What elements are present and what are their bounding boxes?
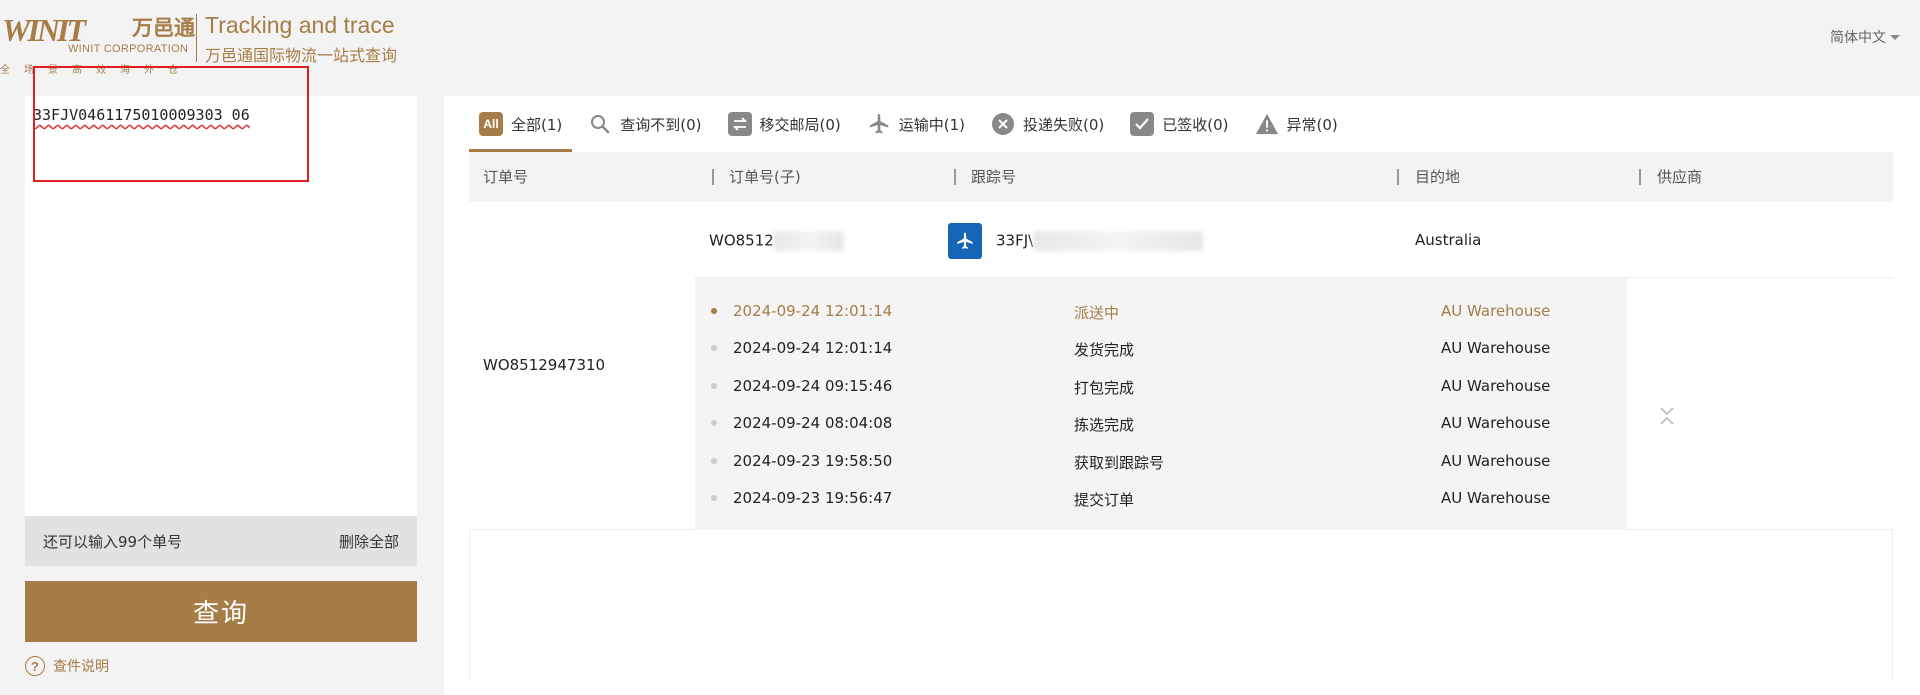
list-item: 2024-09-23 19:58:50 获取到跟踪号 AU Warehouse	[695, 448, 1627, 478]
column-header-destination: 目的地	[1415, 168, 1461, 186]
column-header-sub-order-no: 订单号(子)	[729, 168, 801, 186]
page-subtitle: 万邑通国际物流一站式查询	[205, 46, 398, 65]
results-panel: All 全部(1) 查询不到(0) 移交邮局(0) 运输中(1) 投递失败(0)…	[444, 96, 1920, 695]
timeline-dot	[711, 458, 717, 464]
event-time: 2024-09-24 09:15:46	[733, 377, 893, 395]
event-status: 打包完成	[1074, 379, 1135, 397]
list-item: 2024-09-24 12:01:14 发货完成 AU Warehouse	[695, 335, 1627, 365]
transfer-icon	[727, 112, 752, 136]
tab-label: 运输中(1)	[898, 115, 965, 134]
tab-label: 全部(1)	[511, 115, 563, 134]
winit-logo[interactable]: WINIT 万邑通 WINIT CORPORATION 全场景高效海外仓	[0, 12, 196, 76]
column-divider	[712, 169, 714, 185]
tab-label: 移交邮局(0)	[759, 115, 841, 134]
timeline-dot	[711, 345, 717, 351]
tab-all[interactable]: All 全部(1)	[469, 96, 573, 152]
column-divider	[954, 169, 956, 185]
redacted-blur	[773, 231, 844, 251]
event-status: 拣选完成	[1074, 416, 1135, 434]
event-status: 派送中	[1074, 304, 1120, 322]
results-table: 订单号 订单号(子) 跟踪号 目的地 供应商 WO8512947310 WO85…	[469, 152, 1893, 680]
event-location: AU Warehouse	[1441, 414, 1551, 432]
table-empty-area	[469, 530, 1893, 680]
list-item: 2024-09-23 19:56:47 提交订单 AU Warehouse	[695, 485, 1627, 515]
warning-icon	[1255, 112, 1279, 136]
help-label: 查件说明	[53, 659, 109, 675]
tab-label: 投递失败(0)	[1023, 115, 1105, 134]
column-header-order-no: 订单号	[483, 168, 529, 186]
timeline-dot	[711, 308, 717, 314]
order-number: WO8512947310	[483, 356, 606, 374]
tracking-number-text: 33FJ\	[996, 231, 1034, 250]
event-status: 获取到跟踪号	[1074, 454, 1165, 472]
timeline-dot	[711, 495, 717, 501]
column-header-tracking-no: 跟踪号	[971, 168, 1017, 186]
search-icon	[588, 112, 612, 136]
event-time: 2024-09-24 12:01:14	[733, 339, 893, 357]
tab-signed[interactable]: 已签收(0)	[1120, 96, 1238, 152]
redacted-blur	[1033, 231, 1204, 251]
tab-label: 已签收(0)	[1162, 115, 1229, 134]
close-circle-icon	[991, 112, 1015, 136]
airplane-badge-icon	[948, 223, 982, 259]
event-time: 2024-09-24 08:04:08	[733, 414, 893, 432]
table-header: 订单号 订单号(子) 跟踪号 目的地 供应商	[469, 152, 1893, 202]
event-location: AU Warehouse	[1441, 452, 1551, 470]
tracking-input-panel	[25, 96, 417, 516]
tab-label: 查询不到(0)	[620, 115, 702, 134]
help-link[interactable]: ? 查件说明	[25, 656, 109, 676]
event-location: AU Warehouse	[1441, 377, 1551, 395]
status-tabs: All 全部(1) 查询不到(0) 移交邮局(0) 运输中(1) 投递失败(0)…	[469, 96, 1354, 152]
logo-slogan: 全场景高效海外仓	[0, 65, 192, 76]
timeline-dot	[711, 383, 717, 389]
tracking-number[interactable]: 33FJ\	[996, 231, 1204, 251]
page-title: Tracking and trace	[205, 12, 395, 38]
logo-corporation: WINIT CORPORATION	[68, 43, 189, 55]
clear-all-button[interactable]: 删除全部	[339, 531, 399, 552]
timeline-dot	[711, 420, 717, 426]
event-location: AU Warehouse	[1441, 302, 1551, 320]
event-location: AU Warehouse	[1441, 339, 1551, 357]
all-badge: All	[479, 112, 503, 136]
airplane-icon	[867, 112, 891, 136]
tab-not-found[interactable]: 查询不到(0)	[578, 96, 711, 152]
event-status: 提交订单	[1074, 491, 1135, 509]
sub-order-row: WO8512 33FJ\ Australia	[695, 202, 1893, 278]
language-selector[interactable]: 简体中文	[1830, 27, 1900, 47]
chevron-down-icon	[1890, 34, 1900, 40]
input-status-bar: 还可以输入99个单号 删除全部	[25, 516, 417, 566]
logo-wordmark: WINIT	[2, 12, 86, 48]
list-item: 2024-09-24 09:15:46 打包完成 AU Warehouse	[695, 373, 1627, 403]
tab-label: 异常(0)	[1286, 115, 1338, 134]
list-item: 2024-09-24 08:04:08 拣选完成 AU Warehouse	[695, 410, 1627, 440]
event-location: AU Warehouse	[1441, 489, 1551, 507]
collapse-chevron-icon[interactable]	[1657, 402, 1677, 430]
question-icon: ?	[25, 656, 45, 676]
column-header-supplier: 供应商	[1657, 168, 1703, 186]
checkbox-icon	[1130, 112, 1155, 136]
logo-chinese-name: 万邑通	[132, 16, 195, 40]
tab-in-transit[interactable]: 运输中(1)	[857, 96, 975, 152]
tracking-number-input[interactable]	[25, 96, 417, 516]
tab-delivery-failed[interactable]: 投递失败(0)	[981, 96, 1114, 152]
sub-order-number-text: WO8512	[709, 231, 774, 250]
header-divider	[196, 14, 197, 62]
language-label: 简体中文	[1830, 30, 1886, 46]
tab-exception[interactable]: 异常(0)	[1245, 96, 1348, 152]
tracking-events: 2024-09-24 12:01:14 派送中 AU Warehouse 202…	[695, 278, 1627, 530]
column-divider	[1397, 169, 1399, 185]
event-status: 发货完成	[1074, 341, 1135, 359]
query-button[interactable]: 查询	[25, 581, 417, 642]
remaining-count: 还可以输入99个单号	[43, 532, 183, 551]
list-item: 2024-09-24 12:01:14 派送中 AU Warehouse	[695, 298, 1627, 328]
table-row: WO8512947310 WO8512 33FJ\ Australia 2024…	[469, 202, 1893, 530]
header: WINIT 万邑通 WINIT CORPORATION 全场景高效海外仓 Tra…	[0, 0, 1920, 78]
event-time: 2024-09-23 19:58:50	[733, 452, 893, 470]
tab-transfer-post[interactable]: 移交邮局(0)	[718, 96, 851, 152]
destination: Australia	[1415, 231, 1482, 249]
sub-order-number: WO8512	[709, 231, 844, 251]
event-time: 2024-09-23 19:56:47	[733, 489, 893, 507]
event-time: 2024-09-24 12:01:14	[733, 302, 893, 320]
column-divider	[1639, 169, 1641, 185]
